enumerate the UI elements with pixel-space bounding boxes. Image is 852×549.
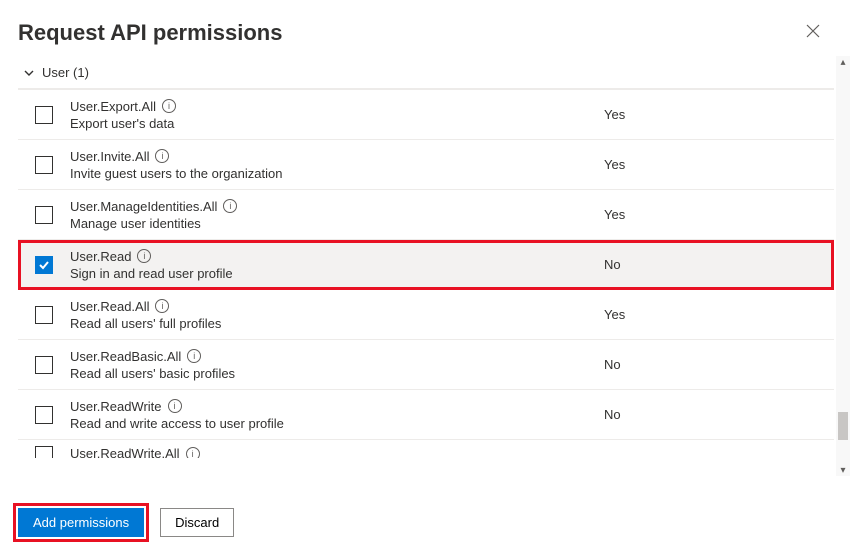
- table-row: User.ReadWrite.All i: [18, 440, 834, 458]
- permission-checkbox[interactable]: [35, 406, 53, 424]
- permission-checkbox[interactable]: [35, 306, 53, 324]
- admin-consent-required: Yes: [604, 207, 834, 222]
- admin-consent-required: No: [604, 407, 834, 422]
- info-icon[interactable]: i: [168, 399, 182, 413]
- table-row: User.ReadWrite i Read and write access to …: [18, 390, 834, 440]
- permission-name: User.ReadBasic.All: [70, 349, 181, 364]
- permission-description: Sign in and read user profile: [70, 266, 604, 281]
- permission-name: User.Read.All: [70, 299, 149, 314]
- table-row: User.ManageIdentities.All i Manage user id…: [18, 190, 834, 240]
- permission-name: User.ManageIdentities.All: [70, 199, 217, 214]
- scroll-up-icon[interactable]: ▴: [837, 56, 849, 68]
- group-label: User (1): [42, 65, 89, 80]
- discard-button[interactable]: Discard: [160, 508, 234, 537]
- permission-description: Invite guest users to the organization: [70, 166, 604, 181]
- add-permissions-button[interactable]: Add permissions: [18, 508, 144, 537]
- permission-name: User.ReadWrite: [70, 399, 162, 414]
- info-icon[interactable]: i: [155, 299, 169, 313]
- admin-consent-required: Yes: [604, 157, 834, 172]
- table-row: User.Read i Sign in and read user profileN…: [18, 240, 834, 290]
- admin-consent-required: Yes: [604, 307, 834, 322]
- permissions-panel: User (1) User.Export.All i Export user's d…: [0, 57, 852, 477]
- scrollbar[interactable]: ▴ ▾: [836, 56, 850, 476]
- permission-description: Read all users' basic profiles: [70, 366, 604, 381]
- info-icon[interactable]: i: [187, 349, 201, 363]
- permission-checkbox[interactable]: [35, 446, 53, 458]
- info-icon[interactable]: i: [137, 249, 151, 263]
- page-title: Request API permissions: [18, 20, 282, 46]
- permission-checkbox[interactable]: [35, 206, 53, 224]
- admin-consent-required: No: [604, 257, 834, 272]
- table-row: User.ReadBasic.All i Read all users' basic…: [18, 340, 834, 390]
- info-icon[interactable]: i: [155, 149, 169, 163]
- permission-checkbox[interactable]: [35, 106, 53, 124]
- permission-description: Export user's data: [70, 116, 604, 131]
- table-row: User.Read.All i Read all users' full profi…: [18, 290, 834, 340]
- permission-description: Manage user identities: [70, 216, 604, 231]
- permission-checkbox[interactable]: [35, 256, 53, 274]
- permission-checkbox[interactable]: [35, 156, 53, 174]
- chevron-down-icon: [22, 66, 36, 80]
- close-icon[interactable]: [802, 18, 824, 47]
- permission-description: Read all users' full profiles: [70, 316, 604, 331]
- info-icon[interactable]: i: [186, 447, 200, 459]
- info-icon[interactable]: i: [162, 99, 176, 113]
- permission-name: User.ReadWrite.All: [70, 446, 180, 458]
- admin-consent-required: No: [604, 357, 834, 372]
- permission-checkbox[interactable]: [35, 356, 53, 374]
- admin-consent-required: Yes: [604, 107, 834, 122]
- permission-description: Read and write access to user profile: [70, 416, 604, 431]
- permission-name: User.Invite.All: [70, 149, 149, 164]
- permission-name: User.Read: [70, 249, 131, 264]
- table-row: User.Invite.All i Invite guest users to th…: [18, 140, 834, 190]
- group-header-user[interactable]: User (1): [18, 57, 834, 89]
- scroll-thumb[interactable]: [838, 412, 848, 440]
- scroll-down-icon[interactable]: ▾: [837, 464, 849, 476]
- info-icon[interactable]: i: [223, 199, 237, 213]
- permission-name: User.Export.All: [70, 99, 156, 114]
- table-row: User.Export.All i Export user's dataYes: [18, 90, 834, 140]
